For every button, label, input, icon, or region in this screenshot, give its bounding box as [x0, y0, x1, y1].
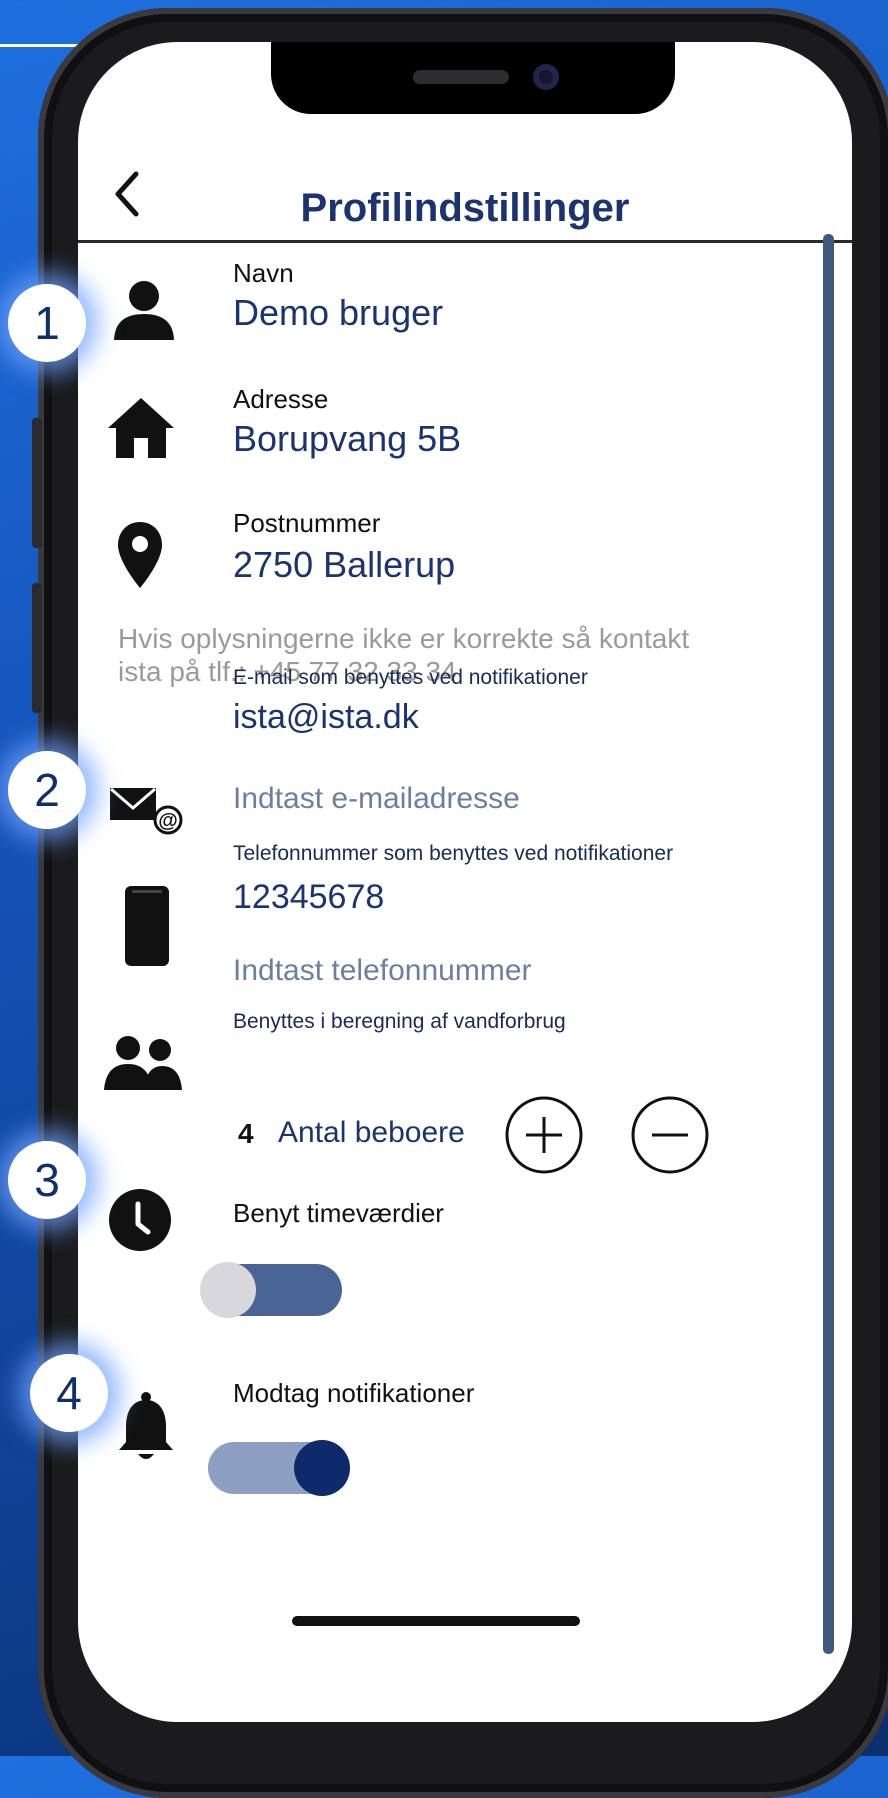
- phone-input[interactable]: Indtast telefonnummer: [233, 954, 532, 988]
- residents-count-label: Antal beboere: [278, 1116, 465, 1149]
- name-value: Demo bruger: [233, 292, 444, 333]
- address-label: Adresse: [233, 384, 329, 414]
- person-icon: [114, 281, 174, 340]
- header-bar: Profilindstillinger: [78, 132, 852, 243]
- notify-toggle[interactable]: [208, 1440, 350, 1496]
- camera: [533, 64, 559, 90]
- callout-badge-1: 1: [8, 284, 86, 362]
- email-label: E-mail som benyttes ved notifikationer: [233, 666, 588, 689]
- users-icon: [104, 1036, 182, 1090]
- address-value: Borupvang 5B: [233, 418, 462, 459]
- minus-circle-icon[interactable]: [630, 1095, 710, 1175]
- name-label: Navn: [233, 258, 294, 288]
- plus-circle-icon[interactable]: [504, 1095, 584, 1175]
- speaker: [413, 70, 509, 84]
- home-icon: [108, 398, 174, 458]
- residents-label: Benyttes i beregning af vandforbrug: [233, 1010, 566, 1033]
- app-screen: Profilindstillinger Navn Demo bruger Adr…: [78, 42, 852, 1722]
- callout-badge-3: 3: [8, 1141, 86, 1219]
- callout-badge-4: 4: [30, 1354, 108, 1432]
- postal-value: 2750 Ballerup: [233, 544, 456, 585]
- notify-label: Modtag notifikationer: [233, 1378, 475, 1408]
- email-value[interactable]: ista@ista.dk: [233, 698, 419, 737]
- hourly-toggle[interactable]: [200, 1262, 342, 1318]
- bell-icon: [119, 1392, 173, 1459]
- svg-text:@: @: [158, 810, 178, 832]
- home-indicator[interactable]: [292, 1616, 580, 1626]
- notify-toggle-knob: [294, 1440, 350, 1496]
- residents-count: 4: [238, 1118, 254, 1149]
- notch: [271, 42, 675, 114]
- phone-label: Telefonnummer som benyttes ved notifikat…: [233, 842, 674, 865]
- email-icon: @: [110, 787, 183, 835]
- hourly-label: Benyt timeværdier: [233, 1198, 444, 1228]
- page-title: Profilindstillinger: [300, 186, 630, 230]
- side-button-1: [32, 418, 42, 548]
- contact-note-line1: Hvis oplysningerne ikke er korrekte så k…: [118, 623, 690, 654]
- location-pin-icon: [118, 522, 162, 588]
- callout-badge-2: 2: [8, 751, 86, 829]
- phone-icon: [125, 886, 169, 966]
- phone-value[interactable]: 12345678: [233, 878, 384, 917]
- scrollbar[interactable]: [823, 234, 834, 1654]
- clock-icon: [109, 1189, 171, 1251]
- side-button-2: [32, 583, 42, 713]
- email-input[interactable]: Indtast e-mailadresse: [233, 782, 520, 816]
- postal-label: Postnummer: [233, 508, 381, 538]
- hourly-toggle-knob: [200, 1262, 256, 1318]
